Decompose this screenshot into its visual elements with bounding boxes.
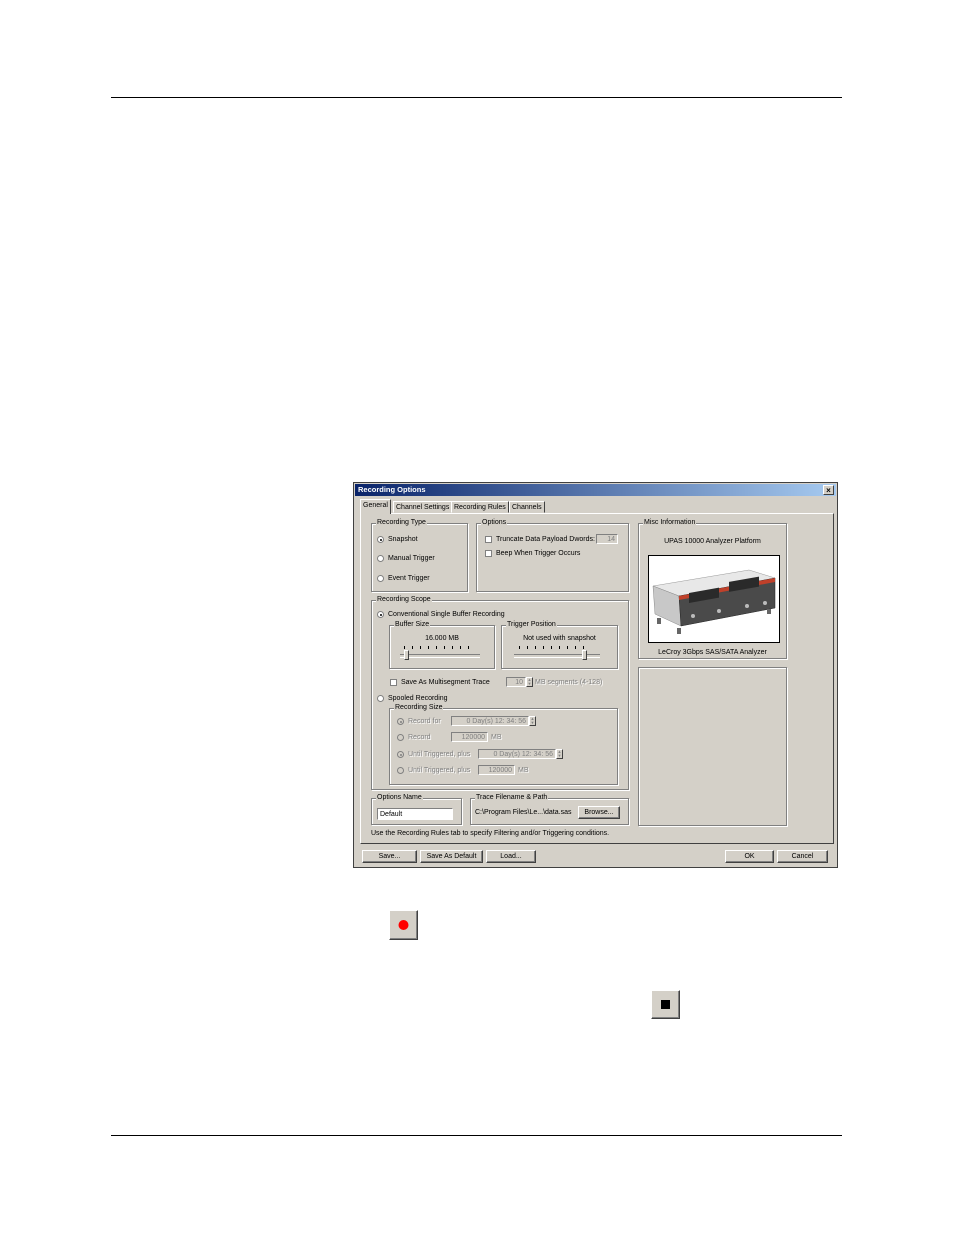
analyzer-name: LeCroy 3Gbps SAS/SATA Analyzer bbox=[658, 649, 767, 656]
record-mb-label: Record bbox=[408, 734, 431, 741]
record-for-radio[interactable] bbox=[397, 718, 404, 725]
trace-path: C:\Program Files\Le...\data.sas bbox=[475, 809, 572, 816]
event-trigger-label: Event Trigger bbox=[388, 575, 430, 582]
spooled-recording-label: Spooled Recording bbox=[388, 695, 448, 702]
recording-options-dialog: Recording Options × General Channel Sett… bbox=[353, 482, 838, 868]
buffer-size-label: Buffer Size bbox=[394, 621, 431, 629]
beep-checkbox[interactable] bbox=[485, 550, 492, 557]
buffer-size-group: Buffer Size 16.000 MB bbox=[389, 621, 495, 669]
dialog-title: Recording Options bbox=[358, 485, 426, 494]
multisegment-label: Save As Multisegment Trace bbox=[401, 679, 490, 686]
options-name-label: Options Name bbox=[376, 794, 423, 802]
trigger-position-label: Trigger Position bbox=[506, 621, 557, 629]
trigger-position-value: Not used with snapshot bbox=[523, 635, 596, 642]
options-group: Options Truncate Data Payload Dwords: 14… bbox=[476, 519, 629, 592]
recording-scope-label: Recording Scope bbox=[376, 596, 432, 604]
general-tab-panel: Recording Type Snapshot Manual Trigger E… bbox=[360, 513, 834, 844]
trace-filename-label: Trace Filename & Path bbox=[475, 794, 549, 802]
event-trigger-radio[interactable] bbox=[377, 575, 384, 582]
buffer-size-ticks bbox=[404, 646, 476, 649]
recording-rules-hint: Use the Recording Rules tab to specify F… bbox=[371, 830, 610, 837]
close-icon: × bbox=[826, 486, 831, 495]
manual-trigger-label: Manual Trigger bbox=[388, 555, 435, 562]
misc-information-label: Misc Information bbox=[643, 519, 697, 527]
record-mb-radio[interactable] bbox=[397, 734, 404, 741]
recording-size-group: Recording Size Record for 0 Day(s) 12: 3… bbox=[389, 704, 618, 785]
options-name-input[interactable]: Default bbox=[377, 808, 453, 820]
tab-recording-rules[interactable]: Recording Rules bbox=[451, 501, 509, 513]
record-button[interactable] bbox=[389, 910, 418, 940]
record-icon bbox=[398, 920, 409, 930]
trigger-position-track bbox=[514, 654, 600, 658]
options-label: Options bbox=[481, 519, 508, 527]
beep-label: Beep When Trigger Occurs bbox=[496, 550, 581, 557]
buffer-size-track bbox=[400, 654, 480, 658]
until-triggered-mb-radio[interactable] bbox=[397, 767, 404, 774]
truncate-dwords-input[interactable]: 14 bbox=[596, 534, 618, 544]
truncate-label: Truncate Data Payload Dwords: bbox=[496, 536, 595, 543]
ok-button[interactable]: OK bbox=[725, 850, 774, 863]
analyzer-photo bbox=[648, 555, 780, 643]
trace-filename-group: Trace Filename & Path C:\Program Files\L… bbox=[470, 794, 629, 825]
stop-button[interactable] bbox=[651, 990, 680, 1019]
record-mb-input[interactable]: 120000 bbox=[451, 732, 488, 742]
recording-type-label: Recording Type bbox=[376, 519, 427, 527]
conventional-recording-radio[interactable] bbox=[377, 611, 384, 618]
until-triggered-mb-unit: MB bbox=[518, 767, 529, 774]
trigger-position-ticks bbox=[519, 646, 591, 649]
close-button[interactable]: × bbox=[823, 485, 834, 495]
trigger-position-slider[interactable] bbox=[582, 650, 587, 660]
info-box bbox=[638, 667, 787, 826]
load-button[interactable]: Load... bbox=[486, 850, 536, 863]
tab-channels[interactable]: Channels bbox=[509, 501, 545, 513]
buffer-size-slider[interactable] bbox=[404, 650, 409, 660]
top-rule bbox=[111, 97, 842, 98]
recording-scope-group: Recording Scope Conventional Single Buff… bbox=[371, 596, 629, 790]
record-for-spinner[interactable]: ▲ ▼ bbox=[529, 716, 536, 726]
analyzer-device-image bbox=[652, 569, 776, 634]
buffer-size-value: 16.000 MB bbox=[425, 635, 459, 642]
recording-size-label: Recording Size bbox=[394, 704, 444, 712]
until-triggered-time-label: Until Triggered, plus bbox=[408, 751, 471, 758]
bottom-rule bbox=[111, 1135, 842, 1136]
platform-name: UPAS 10000 Analyzer Platform bbox=[664, 538, 761, 545]
record-for-label: Record for bbox=[408, 718, 441, 725]
spooled-recording-radio[interactable] bbox=[377, 695, 384, 702]
save-button[interactable]: Save... bbox=[362, 850, 417, 863]
snapshot-label: Snapshot bbox=[388, 536, 418, 543]
cancel-button[interactable]: Cancel bbox=[777, 850, 828, 863]
save-as-default-button[interactable]: Save As Default bbox=[420, 850, 483, 863]
recording-type-group: Recording Type Snapshot Manual Trigger E… bbox=[371, 519, 468, 592]
until-triggered-duration-spinner[interactable]: ▲ ▼ bbox=[556, 749, 563, 759]
truncate-checkbox[interactable] bbox=[485, 536, 492, 543]
record-for-duration-input[interactable]: 0 Day(s) 12: 34: 56 bbox=[451, 716, 529, 726]
stop-icon bbox=[661, 1000, 670, 1009]
dialog-title-bar[interactable]: Recording Options × bbox=[355, 484, 836, 496]
multisegment-spinner[interactable]: ▲ ▼ bbox=[526, 677, 533, 687]
misc-information-group: Misc Information UPAS 10000 Analyzer Pla… bbox=[638, 519, 787, 659]
record-mb-unit: MB bbox=[491, 734, 502, 741]
conventional-recording-label: Conventional Single Buffer Recording bbox=[388, 611, 505, 618]
until-triggered-time-radio[interactable] bbox=[397, 751, 404, 758]
until-triggered-duration-input[interactable]: 0 Day(s) 12: 34: 56 bbox=[478, 749, 556, 759]
tab-general[interactable]: General bbox=[360, 499, 391, 514]
multisegment-suffix: MB segments (4-128) bbox=[535, 679, 603, 686]
manual-trigger-radio[interactable] bbox=[377, 555, 384, 562]
snapshot-radio[interactable] bbox=[377, 536, 384, 543]
until-triggered-mb-label: Until Triggered, plus bbox=[408, 767, 471, 774]
tab-channel-settings[interactable]: Channel Settings bbox=[393, 501, 453, 513]
multisegment-checkbox[interactable] bbox=[390, 679, 397, 686]
browse-button[interactable]: Browse... bbox=[578, 806, 620, 819]
until-triggered-mb-input[interactable]: 120000 bbox=[478, 765, 515, 775]
trigger-position-group: Trigger Position Not used with snapshot bbox=[501, 621, 618, 669]
options-name-group: Options Name Default bbox=[371, 794, 462, 825]
multisegment-size-input[interactable]: 10 bbox=[506, 677, 526, 687]
